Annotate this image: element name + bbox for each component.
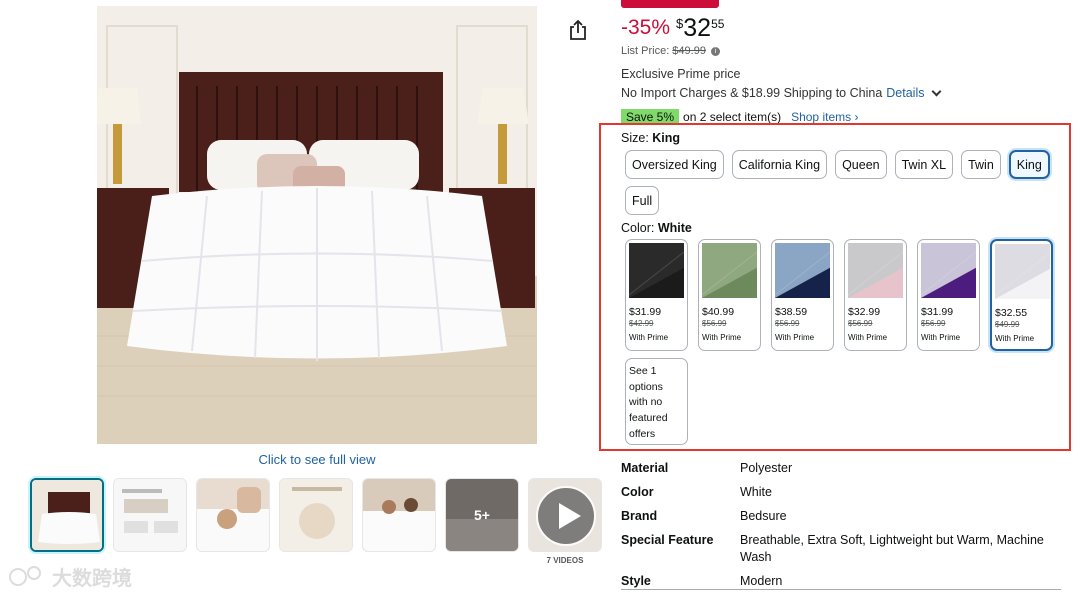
color-list-price: $42.99 xyxy=(629,319,654,328)
color-option-sage[interactable]: $40.99 $56.99 With Prime xyxy=(698,239,761,351)
spec-value: Bedsure xyxy=(740,509,787,523)
color-selected: White xyxy=(657,221,692,235)
color-price: $31.99 xyxy=(921,306,954,318)
color-options: $31.99 $42.99 With Prime $40.99 $56.99 W… xyxy=(625,239,1055,445)
size-selected: King xyxy=(652,131,681,145)
color-swatch xyxy=(702,243,757,298)
product-specs-table: Material Polyester Color White Brand Bed… xyxy=(621,460,1061,597)
thumbnail-strip: 5+ 7 VIDEOS xyxy=(30,478,602,565)
spec-value: Modern xyxy=(740,574,783,588)
shop-items-link[interactable]: Shop items › xyxy=(791,110,858,124)
color-option-white[interactable]: $32.55 $49.99 With Prime xyxy=(990,239,1053,351)
color-prime-note: With Prime xyxy=(775,333,815,342)
spec-row: Style Modern xyxy=(621,573,1061,590)
price-block: -35% $ 32 55 xyxy=(621,14,724,42)
color-list-price: $56.99 xyxy=(702,319,727,328)
color-swatch xyxy=(921,243,976,298)
shipping-text: No Import Charges & $18.99 Shipping to C… xyxy=(621,86,883,100)
size-option-twin-xl[interactable]: Twin XL xyxy=(894,150,954,179)
size-option-california-king[interactable]: California King xyxy=(731,150,828,179)
color-list-price: $56.99 xyxy=(848,319,873,328)
color-option-navy[interactable]: $38.59 $56.99 With Prime xyxy=(771,239,834,351)
thumbnail-more[interactable]: 5+ xyxy=(445,478,519,552)
details-link[interactable]: Details xyxy=(886,86,924,100)
color-price: $31.99 xyxy=(629,306,662,318)
color-list-price: $56.99 xyxy=(921,319,946,328)
shipping-info: No Import Charges & $18.99 Shipping to C… xyxy=(621,86,941,100)
color-label-text: Color: xyxy=(621,221,655,235)
color-prime-note: With Prime xyxy=(702,333,742,342)
spec-value: Polyester xyxy=(740,461,793,475)
thumbnail-lightweight[interactable] xyxy=(279,478,353,552)
spec-value: White xyxy=(740,485,772,499)
thumbnail-main[interactable] xyxy=(30,478,104,552)
discount-percent: -35% xyxy=(621,16,671,39)
info-icon[interactable]: i xyxy=(710,46,720,56)
list-price-label: List Price: xyxy=(621,45,670,57)
full-view-link[interactable]: Click to see full view xyxy=(97,452,537,467)
list-price: List Price: $49.99 i xyxy=(621,45,720,57)
color-price: $32.99 xyxy=(848,306,881,318)
thumbnail-size-chart[interactable] xyxy=(113,478,187,552)
watermark: 大数跨境 xyxy=(8,562,132,591)
color-option-pink[interactable]: $32.99 $56.99 With Prime xyxy=(844,239,907,351)
color-price: $32.55 xyxy=(995,307,1028,319)
color-prime-note: With Prime xyxy=(629,333,669,342)
size-option-twin[interactable]: Twin xyxy=(961,150,1001,179)
color-swatch xyxy=(995,244,1050,299)
spec-row: Material Polyester xyxy=(621,460,1061,477)
video-thumbnail[interactable] xyxy=(528,478,602,552)
color-price: $40.99 xyxy=(702,306,735,318)
size-option-oversized-king[interactable]: Oversized King xyxy=(625,150,724,179)
save-text: on 2 select item(s) xyxy=(683,110,782,124)
thumbnail-lifestyle-cat[interactable] xyxy=(196,478,270,552)
color-list-price: $56.99 xyxy=(775,319,800,328)
price-currency: $ xyxy=(676,16,684,31)
color-swatch xyxy=(629,243,684,298)
watermark-text: 大数跨境 xyxy=(52,568,132,590)
deal-badge xyxy=(621,0,719,8)
color-prime-note: With Prime xyxy=(921,333,961,342)
price-whole: 32 xyxy=(683,14,712,42)
exclusive-prime-text: Exclusive Prime price xyxy=(621,67,741,81)
color-swatch xyxy=(775,243,830,298)
size-option-full[interactable]: Full xyxy=(625,186,660,215)
spec-key: Style xyxy=(621,574,651,588)
color-label: Color: White xyxy=(621,221,692,235)
size-option-queen[interactable]: Queen xyxy=(835,150,887,179)
color-price: $38.59 xyxy=(775,306,808,318)
spec-key: Special Feature xyxy=(621,533,714,547)
watermark-logo-icon xyxy=(9,565,41,586)
see-more-options-card[interactable]: See 1 options with no featured offers xyxy=(625,358,688,445)
spec-row: Special Feature Breathable, Extra Soft, … xyxy=(621,532,1061,566)
divider xyxy=(621,589,1061,590)
color-prime-note: With Prime xyxy=(995,334,1035,343)
color-option-black[interactable]: $31.99 $42.99 With Prime xyxy=(625,239,688,351)
share-icon[interactable] xyxy=(566,18,590,42)
product-main-image[interactable] xyxy=(97,6,537,444)
videos-count-label: 7 VIDEOS xyxy=(546,556,584,565)
spec-row: Color White xyxy=(621,484,1061,501)
list-price-value: $49.99 xyxy=(672,45,706,57)
thumbnail-couple[interactable] xyxy=(362,478,436,552)
color-option-purple[interactable]: $31.99 $56.99 With Prime xyxy=(917,239,980,351)
color-swatch xyxy=(848,243,903,298)
size-label-text: Size: xyxy=(621,131,649,145)
spec-key: Material xyxy=(621,461,669,475)
thumbnail-videos[interactable]: 7 VIDEOS xyxy=(528,478,602,565)
spec-key: Color xyxy=(621,485,654,499)
color-prime-note: With Prime xyxy=(848,333,888,342)
size-option-king[interactable]: King xyxy=(1008,150,1050,179)
more-images-label: 5+ xyxy=(474,507,490,523)
spec-value: Breathable, Extra Soft, Lightweight but … xyxy=(740,533,1044,564)
color-list-price: $49.99 xyxy=(995,320,1020,329)
size-options: Oversized King California King Queen Twi… xyxy=(625,150,1055,215)
chevron-down-icon[interactable] xyxy=(931,86,941,97)
size-label: Size: King xyxy=(621,131,680,145)
spec-key: Brand xyxy=(621,509,658,523)
price-fraction: 55 xyxy=(711,17,725,31)
spec-row: Brand Bedsure xyxy=(621,508,1061,525)
